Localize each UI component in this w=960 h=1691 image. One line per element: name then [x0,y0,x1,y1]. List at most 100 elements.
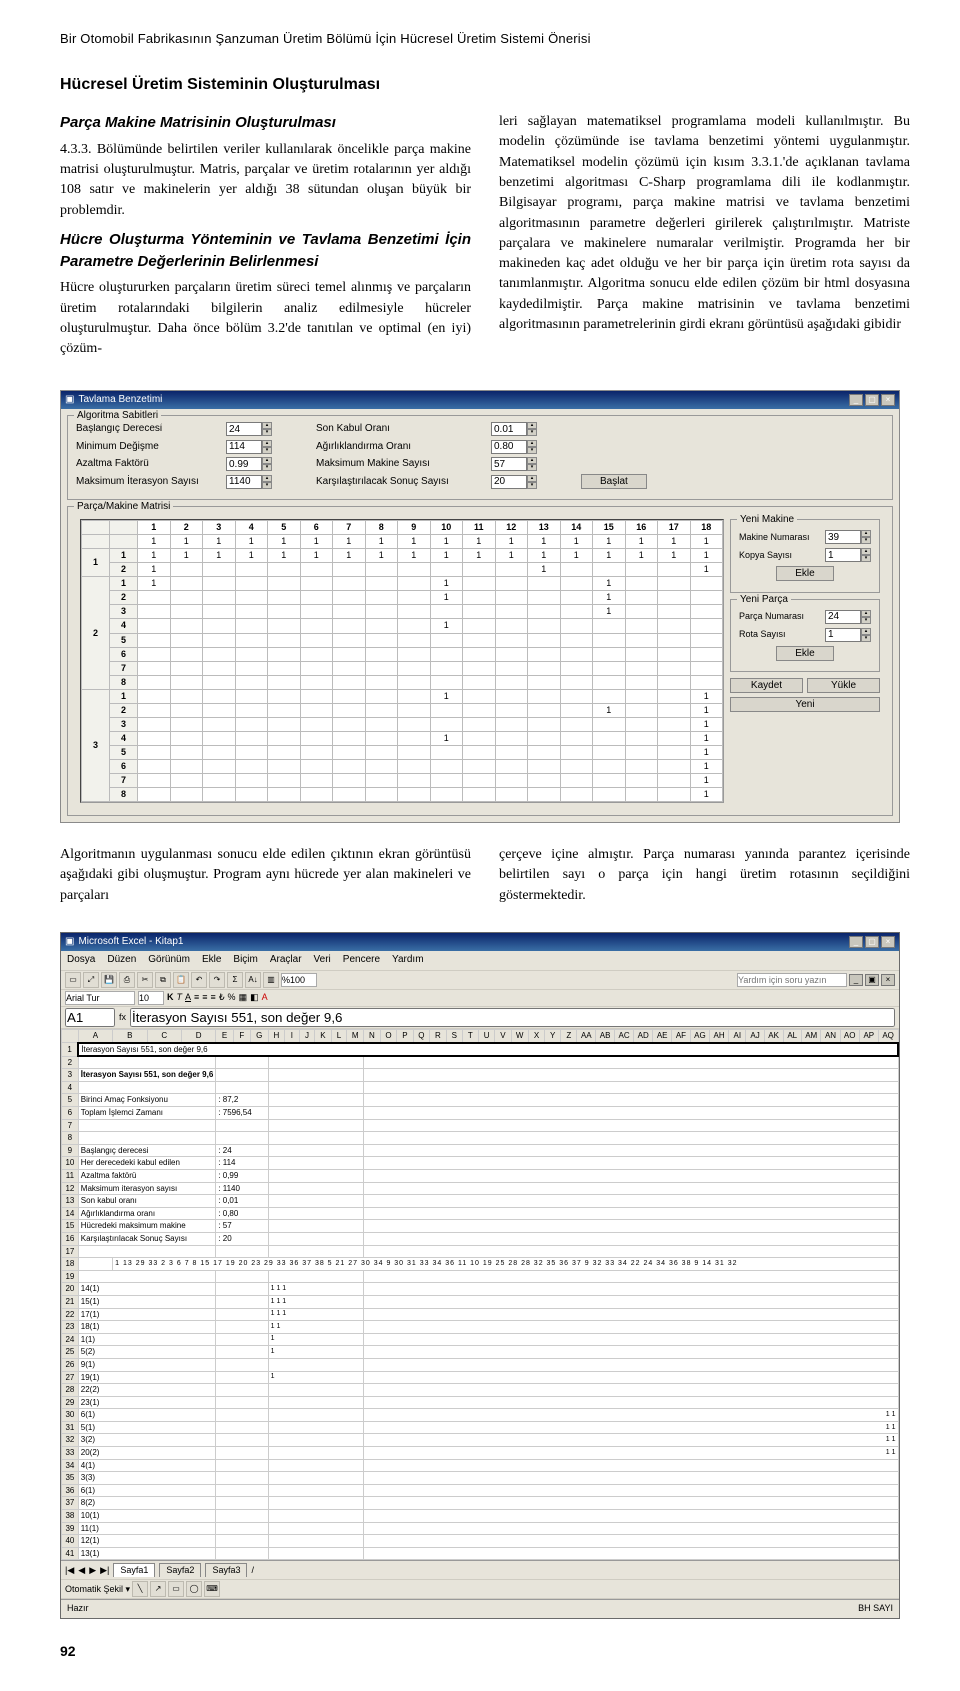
oval-icon[interactable]: ◯ [186,1581,202,1597]
italic-icon[interactable]: T [177,991,183,1004]
draw-label[interactable]: Otomatik Şekil ▾ [65,1583,130,1596]
align-right-icon[interactable]: ≡ [211,991,216,1004]
excel-format-toolbar[interactable]: K T A ≡ ≡ ≡ ₺ % ▦ ◧ A [61,990,899,1006]
draw-toolbar[interactable]: Otomatik Şekil ▾ ╲ ↗ ▭ ◯ ⌨ [61,1579,899,1599]
menu-item[interactable]: Yardım [392,953,424,968]
borders-icon[interactable]: ▦ [239,991,248,1004]
add-part-button[interactable]: Ekle [776,646,833,661]
new-button[interactable]: Yeni [730,697,880,712]
load-button[interactable]: Yükle [807,678,880,693]
input-cmp-count[interactable]: ▴▾ [491,475,541,489]
name-box[interactable] [65,1008,115,1027]
zoom-box[interactable] [281,973,317,987]
tab-nav-button[interactable]: ▶ [89,1564,96,1577]
label-cool-factor: Azaltma Faktörü [76,457,226,472]
sheet-tabs[interactable]: |◀◀▶▶|Sayfa1Sayfa2Sayfa3/ [61,1560,899,1579]
page-number: 92 [60,1641,910,1661]
help-search[interactable] [737,973,847,987]
rect-icon[interactable]: ▭ [168,1581,184,1597]
align-left-icon[interactable]: ≡ [194,991,199,1004]
doc-minimize-button[interactable]: _ [849,974,863,986]
doc-close-button[interactable]: × [881,974,895,986]
input-weight-ratio[interactable]: ▴▾ [491,440,541,454]
dialog-title: Tavlama Benzetimi [78,393,849,408]
excel-menubar[interactable]: Dosya Düzen Görünüm Ekle Biçim Araçlar Veri Pen… [61,951,899,970]
dialog-titlebar[interactable]: ▣ Tavlama Benzetimi _ ▢ × [61,391,899,410]
side-legend-1: Yeni Makine [737,513,797,528]
sheet-tab[interactable]: Sayfa2 [159,1563,201,1577]
tab-nav-button[interactable]: ◀ [78,1564,85,1577]
chart-icon[interactable]: ▥ [263,972,279,988]
sheet-tab[interactable]: Sayfa1 [113,1563,155,1577]
open-file-icon[interactable]: ⤢ [83,972,99,988]
paragraph-bottom-right: çerçeve içine almıştır. Parça numarası y… [499,845,910,906]
copy-icon[interactable]: ⧉ [155,972,171,988]
arrow-icon[interactable]: ↗ [150,1581,166,1597]
menu-item[interactable]: Biçim [233,953,257,968]
menu-item[interactable]: Düzen [107,953,136,968]
percent-icon[interactable]: % [228,991,236,1004]
undo-icon[interactable]: ↶ [191,972,207,988]
font-size-box[interactable] [138,991,164,1005]
input-max-iter[interactable]: ▴▾ [226,475,276,489]
cut-icon[interactable]: ✂ [137,972,153,988]
menu-item[interactable]: Pencere [343,953,380,968]
bold-icon[interactable]: K [167,991,174,1004]
align-center-icon[interactable]: ≡ [202,991,207,1004]
minimize-button[interactable]: _ [849,394,863,406]
sheet-tab[interactable]: Sayfa3 [205,1563,247,1577]
menu-item[interactable]: Görünüm [148,953,190,968]
input-min-change[interactable]: ▴▾ [226,440,276,454]
excel-minimize-button[interactable]: _ [849,936,863,948]
menu-item[interactable]: Ekle [202,953,221,968]
input-part-no[interactable]: ▴▾ [825,610,871,624]
font-name-box[interactable] [65,991,135,1005]
menu-item[interactable]: Dosya [67,953,95,968]
excel-toolbar[interactable]: ▭ ⤢ 💾 ⎙ ✂ ⧉ 📋 ↶ ↷ Σ A↓ ▥ _ ▣ × [61,970,899,990]
input-start-degree[interactable]: ▴▾ [226,422,276,436]
input-copy-count[interactable]: ▴▾ [825,548,871,562]
autosum-icon[interactable]: Σ [227,972,243,988]
fill-color-icon[interactable]: ◧ [250,991,259,1004]
input-mach-no[interactable]: ▴▾ [825,530,871,544]
print-icon[interactable]: ⎙ [119,972,135,988]
paragraph-right: leri sağlayan matematiksel programlama m… [499,112,910,335]
input-max-mach[interactable]: ▴▾ [491,457,541,471]
input-last-accept[interactable]: ▴▾ [491,422,541,436]
font-color-icon[interactable]: A [262,991,268,1004]
fx-icon[interactable]: fx [119,1011,126,1024]
menu-item[interactable]: Araçlar [270,953,302,968]
matrix-group: Parça/Makine Matrisi 1234567891011121314… [67,506,893,816]
add-machine-button[interactable]: Ekle [776,566,833,581]
excel-maximize-button[interactable]: ▢ [865,936,879,948]
matrix-table[interactable]: 1234567891011121314151617181111111111111… [80,519,724,803]
save-button[interactable]: Kaydet [730,678,803,693]
section-heading: Hücresel Üretim Sisteminin Oluşturulması [60,73,910,96]
tab-nav-button[interactable]: |◀ [65,1564,74,1577]
start-button[interactable]: Başlat [581,474,647,489]
excel-close-button[interactable]: × [881,936,895,948]
paste-icon[interactable]: 📋 [173,972,189,988]
label-min-change: Minimum Değişme [76,440,226,455]
label-route-count: Rota Sayısı [739,628,786,641]
close-button[interactable]: × [881,394,895,406]
new-file-icon[interactable]: ▭ [65,972,81,988]
spinner-up-icon[interactable]: ▴ [262,422,272,429]
menu-item[interactable]: Veri [314,953,331,968]
sort-asc-icon[interactable]: A↓ [245,972,261,988]
spinner-down-icon[interactable]: ▾ [262,429,272,436]
currency-icon[interactable]: ₺ [219,991,225,1004]
tab-nav-button[interactable]: ▶| [100,1564,109,1577]
formula-bar[interactable] [130,1008,895,1027]
underline-icon[interactable]: A [185,991,191,1004]
input-route-count[interactable]: ▴▾ [825,628,871,642]
redo-icon[interactable]: ↷ [209,972,225,988]
doc-restore-button[interactable]: ▣ [865,974,879,986]
excel-grid[interactable]: ABCDEFGHIJKLMNOPQRSTUVWXYZAAABACADAEAFAG… [61,1029,899,1560]
line-icon[interactable]: ╲ [132,1581,148,1597]
textbox-icon[interactable]: ⌨ [204,1581,220,1597]
maximize-button[interactable]: ▢ [865,394,879,406]
excel-titlebar[interactable]: ▣ Microsoft Excel - Kitap1 _ ▢ × [61,933,899,952]
save-icon[interactable]: 💾 [101,972,117,988]
input-cool-factor[interactable]: ▴▾ [226,457,276,471]
